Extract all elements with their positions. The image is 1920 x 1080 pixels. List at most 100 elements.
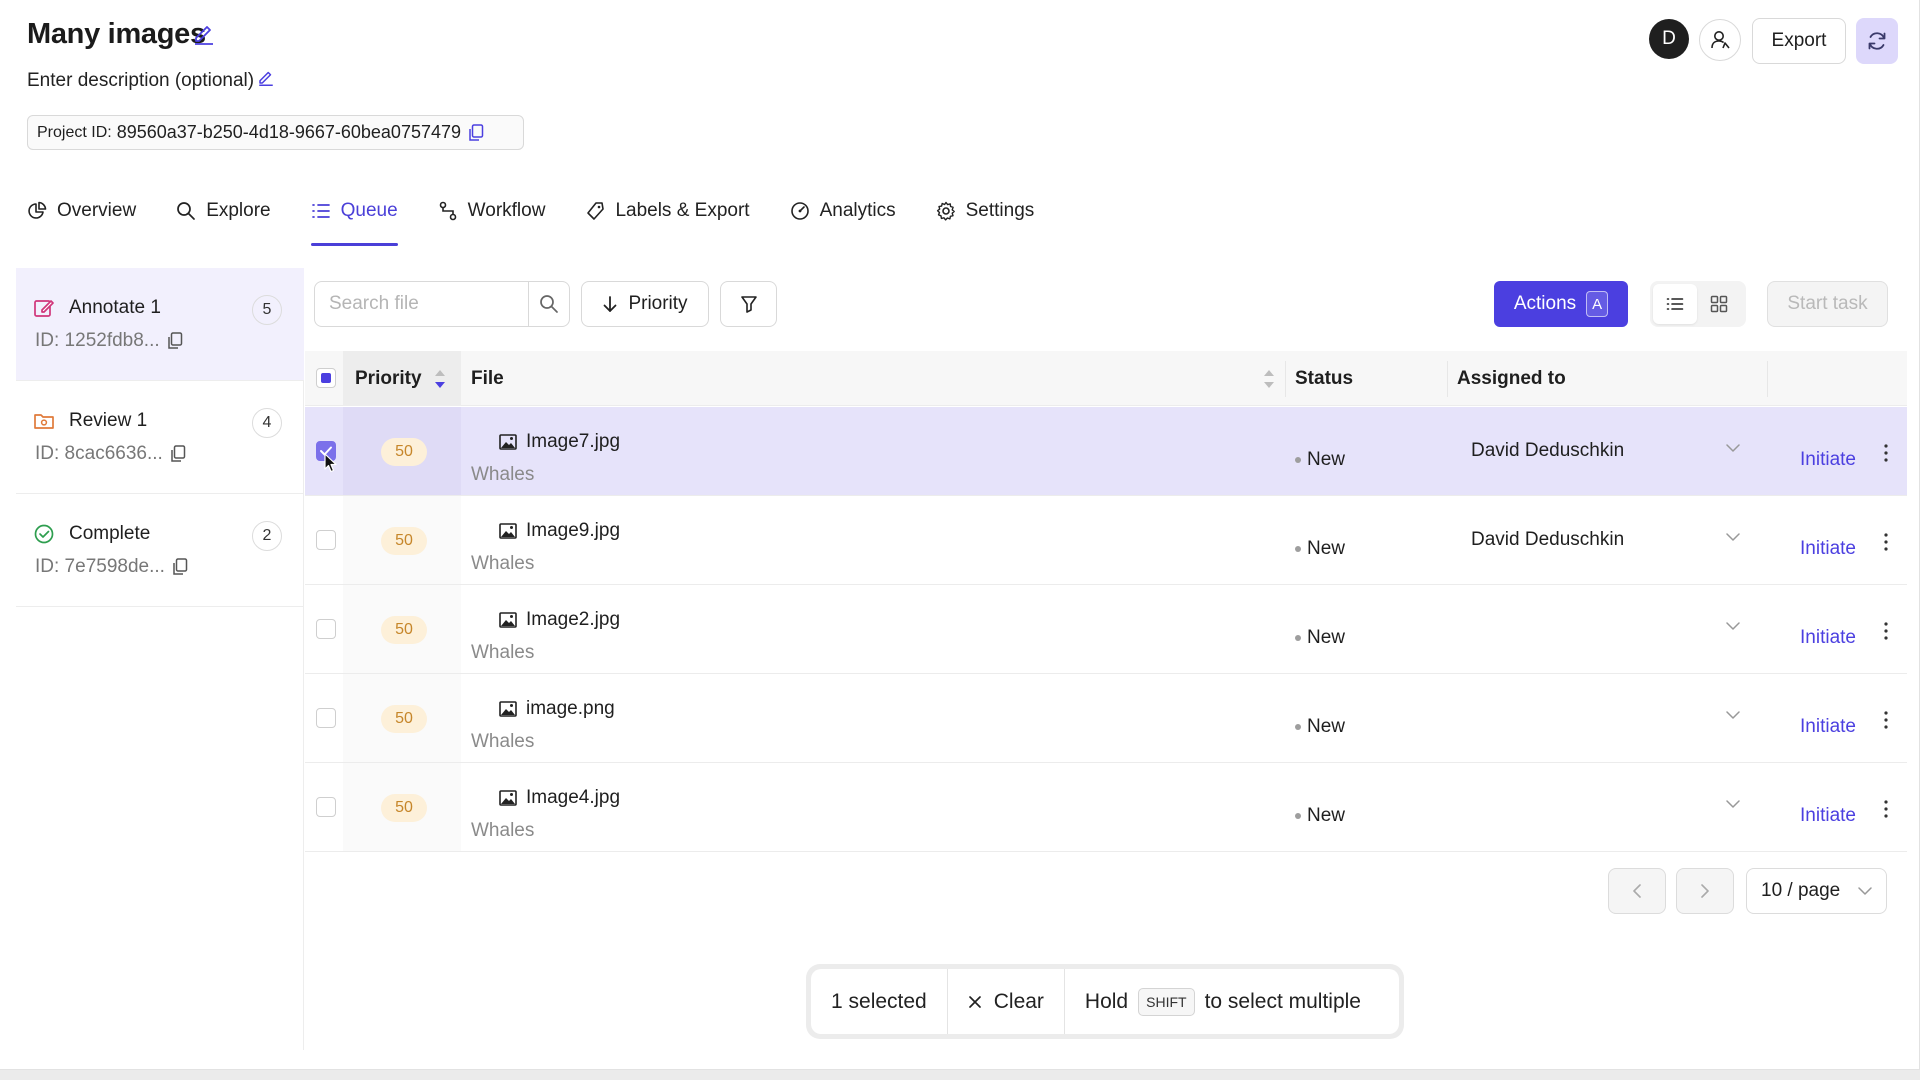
initiate-link[interactable]: Initiate — [1800, 627, 1856, 649]
chevron-down-icon[interactable] — [1726, 532, 1740, 542]
more-options-icon[interactable] — [1878, 708, 1894, 732]
more-options-icon[interactable] — [1878, 530, 1894, 554]
copy-icon[interactable] — [468, 123, 484, 142]
sort-active-icon[interactable] — [434, 368, 446, 390]
more-options-icon[interactable] — [1878, 441, 1894, 465]
close-icon — [968, 995, 981, 1008]
row-checkbox[interactable] — [316, 708, 336, 728]
column-header-file[interactable]: File — [471, 368, 504, 390]
tab-label: Settings — [965, 200, 1035, 221]
stage-annotate[interactable]: Annotate 1 ID: 1252fdb8... 5 — [16, 268, 304, 381]
file-name[interactable]: Image9.jpg — [499, 520, 620, 542]
assignee-select[interactable]: David Deduschkin — [1471, 440, 1624, 462]
row-checkbox[interactable] — [316, 530, 336, 550]
table-row[interactable]: 50 Image2.jpg Whales New Initiate — [305, 585, 1907, 674]
chevron-down-icon[interactable] — [1726, 621, 1740, 631]
previous-page-button[interactable] — [1608, 868, 1666, 914]
stage-review[interactable]: Review 1 ID: 8cac6636... 4 — [16, 381, 304, 494]
status-dot — [1295, 635, 1301, 641]
chevron-down-icon[interactable] — [1726, 443, 1740, 453]
file-name[interactable]: Image2.jpg — [499, 609, 620, 631]
stage-complete[interactable]: Complete ID: 7e7598de... 2 — [16, 494, 304, 607]
status-text: New — [1307, 538, 1346, 559]
tab-label: Explore — [206, 200, 271, 221]
copy-icon[interactable] — [172, 558, 188, 576]
gear-icon — [936, 201, 955, 221]
edit-description-icon[interactable] — [257, 68, 275, 86]
project-description[interactable]: Enter description (optional) — [27, 70, 254, 92]
image-file-icon — [499, 523, 517, 539]
tab-labels-export[interactable]: Labels & Export — [585, 200, 750, 246]
tab-workflow[interactable]: Workflow — [438, 200, 546, 246]
chevron-left-icon — [1633, 884, 1641, 898]
priority-badge: 50 — [381, 794, 427, 822]
table-row[interactable]: 50 Image7.jpg Whales New David Deduschki… — [305, 407, 1907, 496]
list-view-button[interactable] — [1653, 284, 1697, 324]
tab-settings[interactable]: Settings — [936, 200, 1035, 246]
stage-id: ID: 8cac6636... — [35, 443, 186, 465]
status-cell: New — [1295, 716, 1345, 738]
assignee-select[interactable]: David Deduschkin — [1471, 529, 1624, 551]
copy-icon[interactable] — [170, 445, 186, 463]
search-box — [314, 281, 570, 327]
select-all-checkbox[interactable] — [316, 368, 336, 388]
stage-id-text: ID: 7e7598de... — [35, 556, 165, 577]
pie-chart-icon — [28, 201, 47, 219]
refresh-button[interactable] — [1856, 18, 1898, 64]
status-text: New — [1307, 449, 1346, 470]
filter-button[interactable] — [720, 281, 777, 327]
chevron-down-icon[interactable] — [1726, 710, 1740, 720]
export-button[interactable]: Export — [1752, 18, 1846, 64]
tab-overview[interactable]: Overview — [27, 200, 136, 246]
project-id-value: 89560a37-b250-4d18-9667-60bea0757479 — [116, 122, 462, 142]
stage-name: Review 1 — [69, 410, 148, 431]
share-users-button[interactable] — [1699, 19, 1741, 61]
sort-icon[interactable] — [1263, 368, 1275, 390]
file-name[interactable]: Image4.jpg — [499, 787, 620, 809]
initiate-link[interactable]: Initiate — [1800, 449, 1856, 471]
check-circle-icon — [34, 524, 54, 544]
actions-button[interactable]: Actions A — [1494, 281, 1628, 327]
next-page-button[interactable] — [1676, 868, 1734, 914]
column-header-status[interactable]: Status — [1295, 368, 1353, 390]
review-folder-icon — [34, 414, 54, 429]
table-row[interactable]: 50 image.png Whales New Initiate — [305, 674, 1907, 763]
file-name[interactable]: Image7.jpg — [499, 431, 620, 453]
more-options-icon[interactable] — [1878, 619, 1894, 643]
row-checkbox[interactable] — [316, 619, 336, 639]
column-divider — [1767, 361, 1768, 397]
selected-count: 1 selected — [831, 989, 927, 1013]
sort-priority-button[interactable]: Priority — [581, 281, 709, 327]
selection-bar: 1 selected Clear Hold SHIFT to select mu… — [806, 964, 1404, 1039]
search-input[interactable] — [315, 282, 529, 326]
more-options-icon[interactable] — [1878, 797, 1894, 821]
list-view-icon — [1666, 298, 1684, 310]
view-mode-toggle — [1650, 281, 1746, 327]
column-header-assigned[interactable]: Assigned to — [1457, 368, 1566, 390]
column-header-priority[interactable]: Priority — [355, 368, 422, 390]
search-button[interactable] — [529, 294, 569, 314]
grid-view-button[interactable] — [1697, 284, 1741, 324]
initiate-link[interactable]: Initiate — [1800, 805, 1856, 827]
start-task-button[interactable]: Start task — [1767, 281, 1888, 327]
app-window: Many images Enter description (optional)… — [0, 0, 1920, 1070]
tab-label: Workflow — [467, 200, 546, 221]
edit-title-icon[interactable] — [192, 21, 216, 45]
tab-analytics[interactable]: Analytics — [790, 200, 896, 246]
page-size-select[interactable]: 10 / page — [1746, 868, 1887, 914]
chevron-down-icon[interactable] — [1726, 799, 1740, 809]
tab-label: Labels & Export — [615, 200, 750, 221]
file-name[interactable]: image.png — [499, 698, 615, 720]
initiate-link[interactable]: Initiate — [1800, 716, 1856, 738]
table-row[interactable]: 50 Image4.jpg Whales New Initiate — [305, 763, 1907, 852]
search-icon — [540, 295, 558, 313]
row-checkbox[interactable] — [316, 797, 336, 817]
tab-queue[interactable]: Queue — [310, 200, 398, 246]
stage-name: Annotate 1 — [69, 297, 161, 318]
clear-selection-button[interactable]: Clear — [946, 969, 1064, 1034]
copy-icon[interactable] — [167, 332, 183, 350]
avatar[interactable]: D — [1649, 19, 1689, 59]
table-row[interactable]: 50 Image9.jpg Whales New David Deduschki… — [305, 496, 1907, 585]
tab-explore[interactable]: Explore — [176, 200, 271, 246]
initiate-link[interactable]: Initiate — [1800, 538, 1856, 560]
